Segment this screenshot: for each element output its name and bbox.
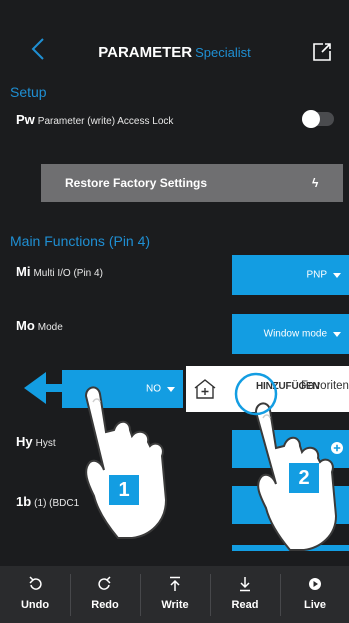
add-to-favorites-button[interactable]: HINZUFÜGEN Favoriten: [186, 366, 349, 412]
section-main-functions-label: Main Functions (Pin 4): [10, 233, 151, 249]
read-label: Read: [231, 599, 259, 611]
chevron-down-icon: [167, 387, 175, 392]
swiped-row-dropdown-value: NO: [146, 383, 161, 395]
read-button[interactable]: Read: [210, 566, 280, 623]
download-icon: [240, 577, 250, 592]
live-button[interactable]: Live: [280, 566, 349, 623]
live-circle-icon: [309, 578, 321, 590]
restore-button-label: Restore Factory Settings: [65, 176, 208, 190]
toggle-knob: [302, 110, 320, 128]
live-label: Live: [303, 599, 326, 611]
write-label: Write: [161, 599, 189, 611]
tutorial-overlay: [24, 372, 338, 551]
undo-icon: [29, 576, 42, 590]
page-title-main: PARAMETER: [98, 44, 193, 61]
page-title-subtitle: Specialist: [195, 45, 251, 60]
pw-row-label: Pw Parameter (write) Access Lock: [16, 112, 173, 127]
mo-label: Mode: [37, 322, 63, 333]
step-badge-2: 2: [289, 463, 319, 493]
undo-label: Undo: [20, 599, 50, 611]
mi-label: Multi I/O (Pin 4): [33, 268, 103, 279]
mi-dropdown[interactable]: PNP: [232, 255, 349, 295]
favorites-label: Favoriten: [301, 380, 349, 392]
section-setup-label: Setup: [10, 84, 47, 100]
mo-code: Mo: [16, 318, 35, 333]
pointing-hand-icon: [84, 386, 168, 539]
mi-dropdown-value: PNP: [306, 269, 327, 281]
external-link-icon[interactable]: [312, 42, 332, 62]
restore-factory-settings-button[interactable]: Restore Factory Settings ϟ: [41, 164, 343, 202]
bottom-toolbar: Undo Redo Write Read Live: [0, 566, 349, 623]
page-title: PARAMETER Specialist: [0, 44, 349, 61]
undo-button[interactable]: Undo: [0, 566, 70, 623]
redo-icon: [98, 576, 111, 590]
hy-row-label: Hy Hyst: [16, 434, 56, 449]
redo-button[interactable]: Redo: [70, 566, 140, 623]
pw-code: Pw: [16, 112, 35, 127]
mi-row-label: Mi Multi I/O (Pin 4): [16, 264, 103, 279]
mo-dropdown-value: Window mode: [263, 328, 327, 340]
write-button[interactable]: Write: [140, 566, 210, 623]
step-badge-1: 1: [109, 475, 139, 505]
hy-code: Hy: [16, 434, 33, 449]
chevron-down-icon: [333, 332, 341, 337]
mi-code: Mi: [16, 264, 31, 279]
upload-icon: [170, 576, 180, 591]
1b-row-label: 1b (1) (BDC1: [16, 494, 79, 509]
redo-label: Redo: [91, 599, 119, 611]
pw-label: Parameter (write) Access Lock: [37, 116, 174, 127]
app-screen: PARAMETER Specialist Setup Pw Parameter (w…: [0, 0, 349, 623]
swiped-row-dropdown[interactable]: NO: [62, 370, 183, 408]
mo-dropdown[interactable]: Window mode: [232, 314, 349, 354]
home-plus-icon: [194, 379, 216, 399]
chevron-down-icon: [333, 273, 341, 278]
1b-code: 1b: [16, 494, 32, 509]
bolt-icon: ϟ: [312, 176, 319, 190]
hy-label: Hyst: [35, 438, 56, 449]
mo-row-label: Mo Mode: [16, 318, 63, 333]
1b-value: 3: [292, 496, 300, 512]
access-lock-toggle[interactable]: [302, 110, 334, 128]
1b-label: (1) (BDC1: [34, 498, 80, 509]
next-row-field[interactable]: [232, 545, 349, 551]
plus-circle-icon: [331, 442, 343, 454]
header: PARAMETER Specialist: [0, 0, 349, 80]
